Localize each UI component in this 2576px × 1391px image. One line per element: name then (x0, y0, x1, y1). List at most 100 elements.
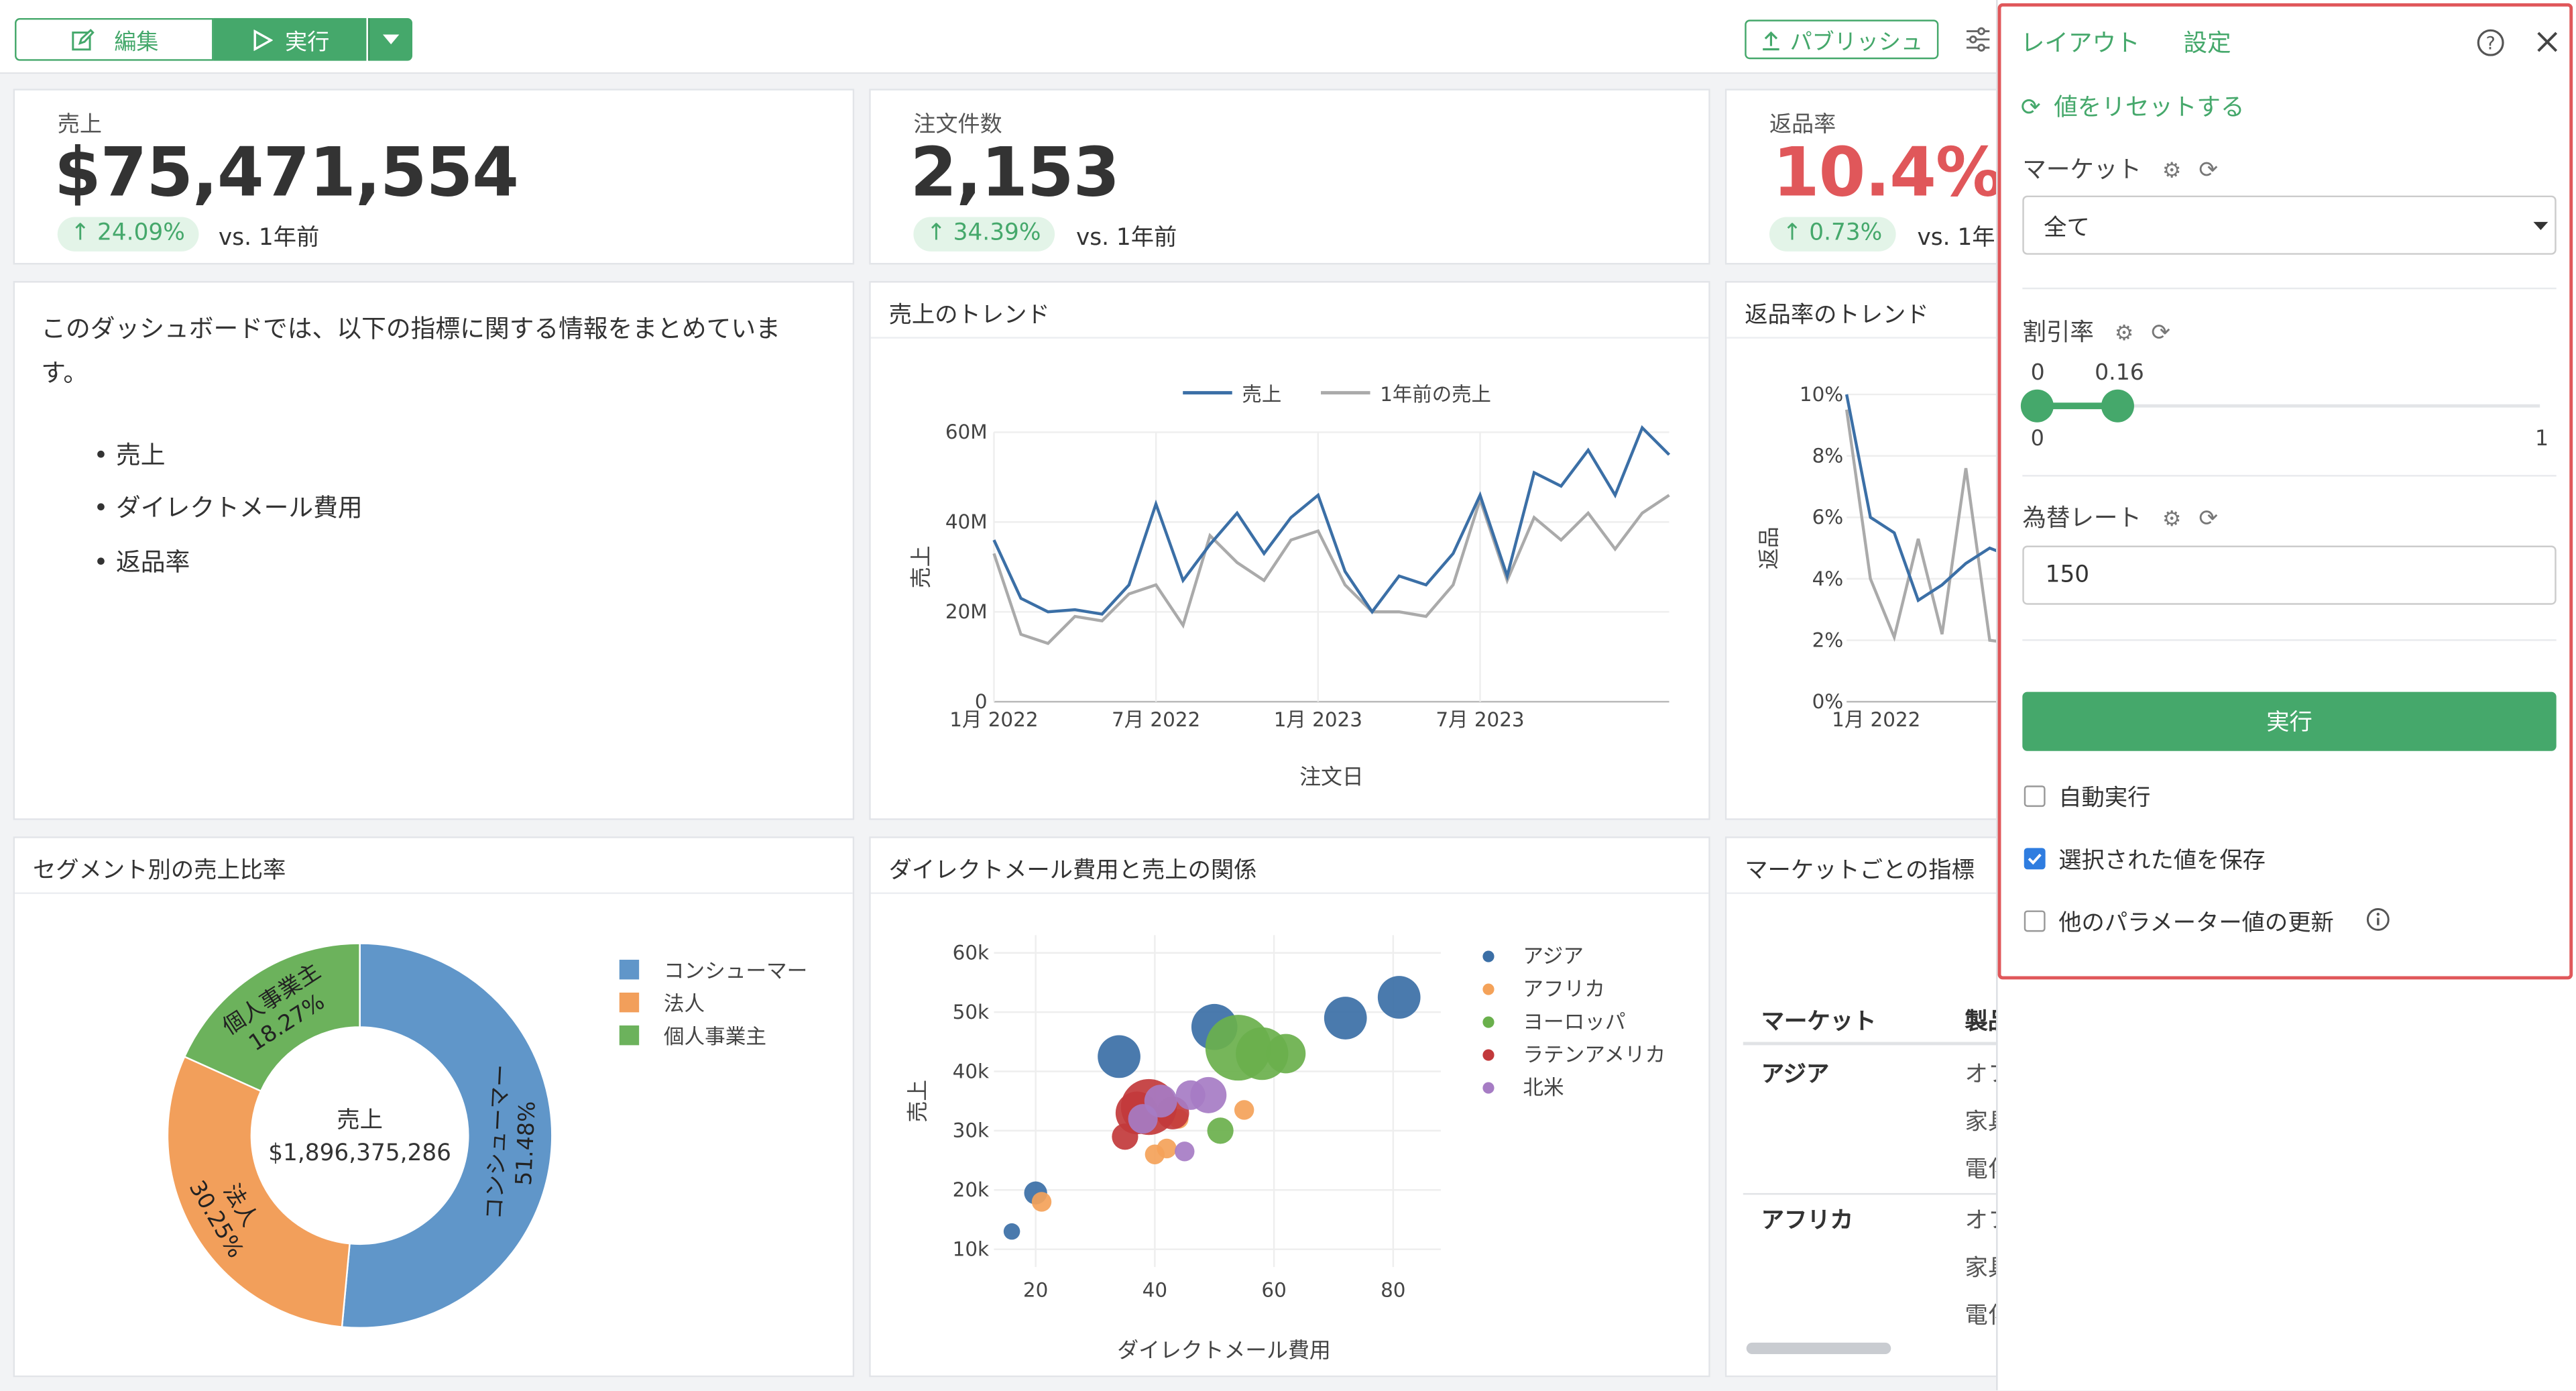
description-text: このダッシュボードでは、以下の指標に関する情報をまとめていま (41, 314, 780, 344)
kpi-change-badge: ↑ 24.09% (57, 217, 198, 252)
upload-icon (1761, 30, 1779, 50)
legend-label: アフリカ (1523, 978, 1604, 1001)
y-tick-label: 20k (953, 1178, 989, 1201)
x-tick-label: 7月 2022 (1112, 708, 1200, 731)
x-tick-label: 20 (1023, 1278, 1048, 1301)
chart-title: マーケットごとの指標 (1745, 858, 1975, 885)
y-tick-label: 40M (945, 510, 988, 533)
y-tick-label: 8% (1812, 445, 1844, 467)
y-tick-label: 6% (1812, 506, 1844, 528)
legend-label: アジア (1523, 945, 1584, 968)
y-tick-label: 60M (945, 421, 988, 443)
segment-card: セグメント別の売上比率 コンシューマー 51.48% 法人 30.25% 個人事業主 18… (13, 836, 855, 1378)
scatter-point (1377, 976, 1421, 1019)
kpi-card-return-rate: 返品率 10.4% ↑ 0.73% vs. 1年 (1724, 89, 2021, 265)
dashboard-scene: 編集 実行 パブリッシュ 売上 $75,471,554 ↑ 24.09% vs.… (0, 0, 2576, 1390)
arrow-up-icon: ↑ (70, 220, 98, 247)
scatter-point (1266, 1034, 1306, 1074)
y-tick-label: 30k (953, 1119, 989, 1142)
description-card: このダッシュボードでは、以下の指標に関する情報をまとめていま す。 • 売上 •… (13, 281, 855, 820)
series-line (1845, 394, 2014, 603)
legend-swatch (1482, 983, 1495, 995)
slice-percent: 51.48% (510, 1101, 540, 1186)
bullet-item: • 返品率 (93, 547, 190, 577)
kpi-card-sales: 売上 $75,471,554 ↑ 24.09% vs. 1年前 (13, 89, 855, 265)
legend-swatch (1482, 950, 1495, 962)
y-tick-label: 60k (953, 942, 989, 964)
legend-label: ラテンアメリカ (1523, 1044, 1665, 1067)
edit-label: 編集 (114, 30, 159, 56)
scatter-point (1234, 1100, 1254, 1120)
scatter-point (1003, 1223, 1020, 1240)
sales-trend-card: 売上のトレンド 0 20M 40M 60M 1月 2022 7月 2022 1月 2023 7… (869, 281, 1710, 820)
y-tick-label: 10% (1800, 383, 1843, 406)
legend-label: 1年前の売上 (1380, 383, 1491, 406)
scatter-point (1031, 1192, 1052, 1212)
legend-swatch (619, 992, 640, 1013)
kpi-change-badge: ↑ 34.39% (913, 217, 1055, 252)
bullet-item: • 売上 (93, 440, 166, 470)
chart-title: 返品率のトレンド (1745, 302, 1929, 329)
donut-center-label: 売上 (337, 1107, 383, 1133)
horizontal-scrollbar[interactable] (1746, 1342, 1891, 1355)
scatter-point (1324, 997, 1367, 1040)
series-line (992, 494, 1670, 645)
y-axis-label: 売上 (908, 546, 933, 589)
table-header-line (1743, 1042, 2019, 1046)
publish-label: パブリッシュ (1790, 30, 1924, 56)
x-tick-label: 1月 2022 (1832, 708, 1920, 731)
run-dropdown-button[interactable] (367, 17, 413, 61)
legend-label: 売上 (1242, 383, 1281, 406)
x-axis-label: 注文日 (1299, 764, 1364, 789)
legend-swatch (1482, 1049, 1495, 1061)
legend-swatch (1482, 1016, 1495, 1028)
table-row: アジア (1761, 1061, 1830, 1089)
scatter-point (1144, 1084, 1177, 1118)
run-label: 実行 (285, 30, 330, 56)
series-line (1845, 409, 2014, 645)
return-trend-chart: 0%2%4%6%8%10%1月 2022返品 (1756, 383, 2019, 731)
kpi-change: 24.09% (97, 220, 185, 247)
arrow-up-icon: ↑ (926, 220, 953, 247)
scatter-point (1098, 1035, 1140, 1078)
y-axis-label: 返品 (1756, 526, 1781, 569)
table-row-divider (1743, 1192, 2019, 1195)
legend-label: 法人 (664, 993, 705, 1016)
play-icon (253, 28, 272, 50)
caret-down-icon (382, 34, 400, 45)
kpi-vs-label: vs. 1年前 (1075, 225, 1177, 252)
scatter-point (1175, 1142, 1195, 1162)
kpi-change-badge: ↑ 0.73% (1769, 217, 1895, 252)
segment-donut-chart: コンシューマー51.48%法人30.25%個人事業主18.27%売上$1,896… (166, 942, 807, 1329)
series-line (992, 425, 1671, 616)
kpi-value: 2,153 (910, 133, 1120, 213)
filter-settings-icon[interactable] (1965, 26, 1991, 52)
legend-label: コンシューマー (664, 960, 807, 983)
y-tick-label: 2% (1812, 628, 1844, 651)
run-button[interactable]: 実行 (213, 17, 367, 61)
market-table-card: マーケットごとの指標 マーケット 製品 アジア オフ 家具 電化 アフリカ オフ… (1724, 836, 2021, 1378)
arrow-up-icon: ↑ (1782, 220, 1810, 247)
scatter-chart: 10k 20k 30k 40k 50k 60k 20 40 60 80 ダイレクトメール費用 売上 アジ… (905, 935, 1665, 1363)
chart-title: ダイレクトメール費用と売上の関係 (888, 858, 1257, 885)
x-axis-label: ダイレクトメール費用 (1117, 1337, 1330, 1363)
card-divider (1726, 892, 2019, 894)
kpi-value: 10.4% (1772, 133, 2003, 213)
highlight-frame (1997, 3, 2573, 980)
table-row: アフリカ (1761, 1207, 1853, 1235)
kpi-vs-label: vs. 1年 (1917, 225, 1995, 252)
scatter-point (1157, 1138, 1177, 1159)
donut-center-value: $1,896,375,286 (268, 1139, 451, 1166)
bullet-item: • ダイレクトメール費用 (93, 493, 363, 523)
scatter-card: ダイレクトメール費用と売上の関係 10k 20k 30k 40k 50k 60k 20 40 6… (869, 836, 1710, 1378)
x-tick-label: 80 (1381, 1278, 1405, 1301)
edit-icon (71, 27, 94, 50)
kpi-vs-label: vs. 1年前 (218, 225, 320, 252)
publish-button[interactable]: パブリッシュ (1745, 19, 1939, 60)
x-tick-label: 1月 2022 (949, 708, 1038, 731)
return-trend-card: 返品率のトレンド 0% 2% 4% 6% 8% 10% 1月 2022 返品 (1724, 281, 2021, 820)
sales-trend-chart: 020M40M60M1月 2022 7月 2022 1月 2023 7月 2023注文… (908, 383, 1671, 789)
y-axis-label: 売上 (905, 1080, 931, 1123)
scatter-point (1190, 1076, 1227, 1113)
edit-button[interactable]: 編集 (15, 17, 214, 61)
